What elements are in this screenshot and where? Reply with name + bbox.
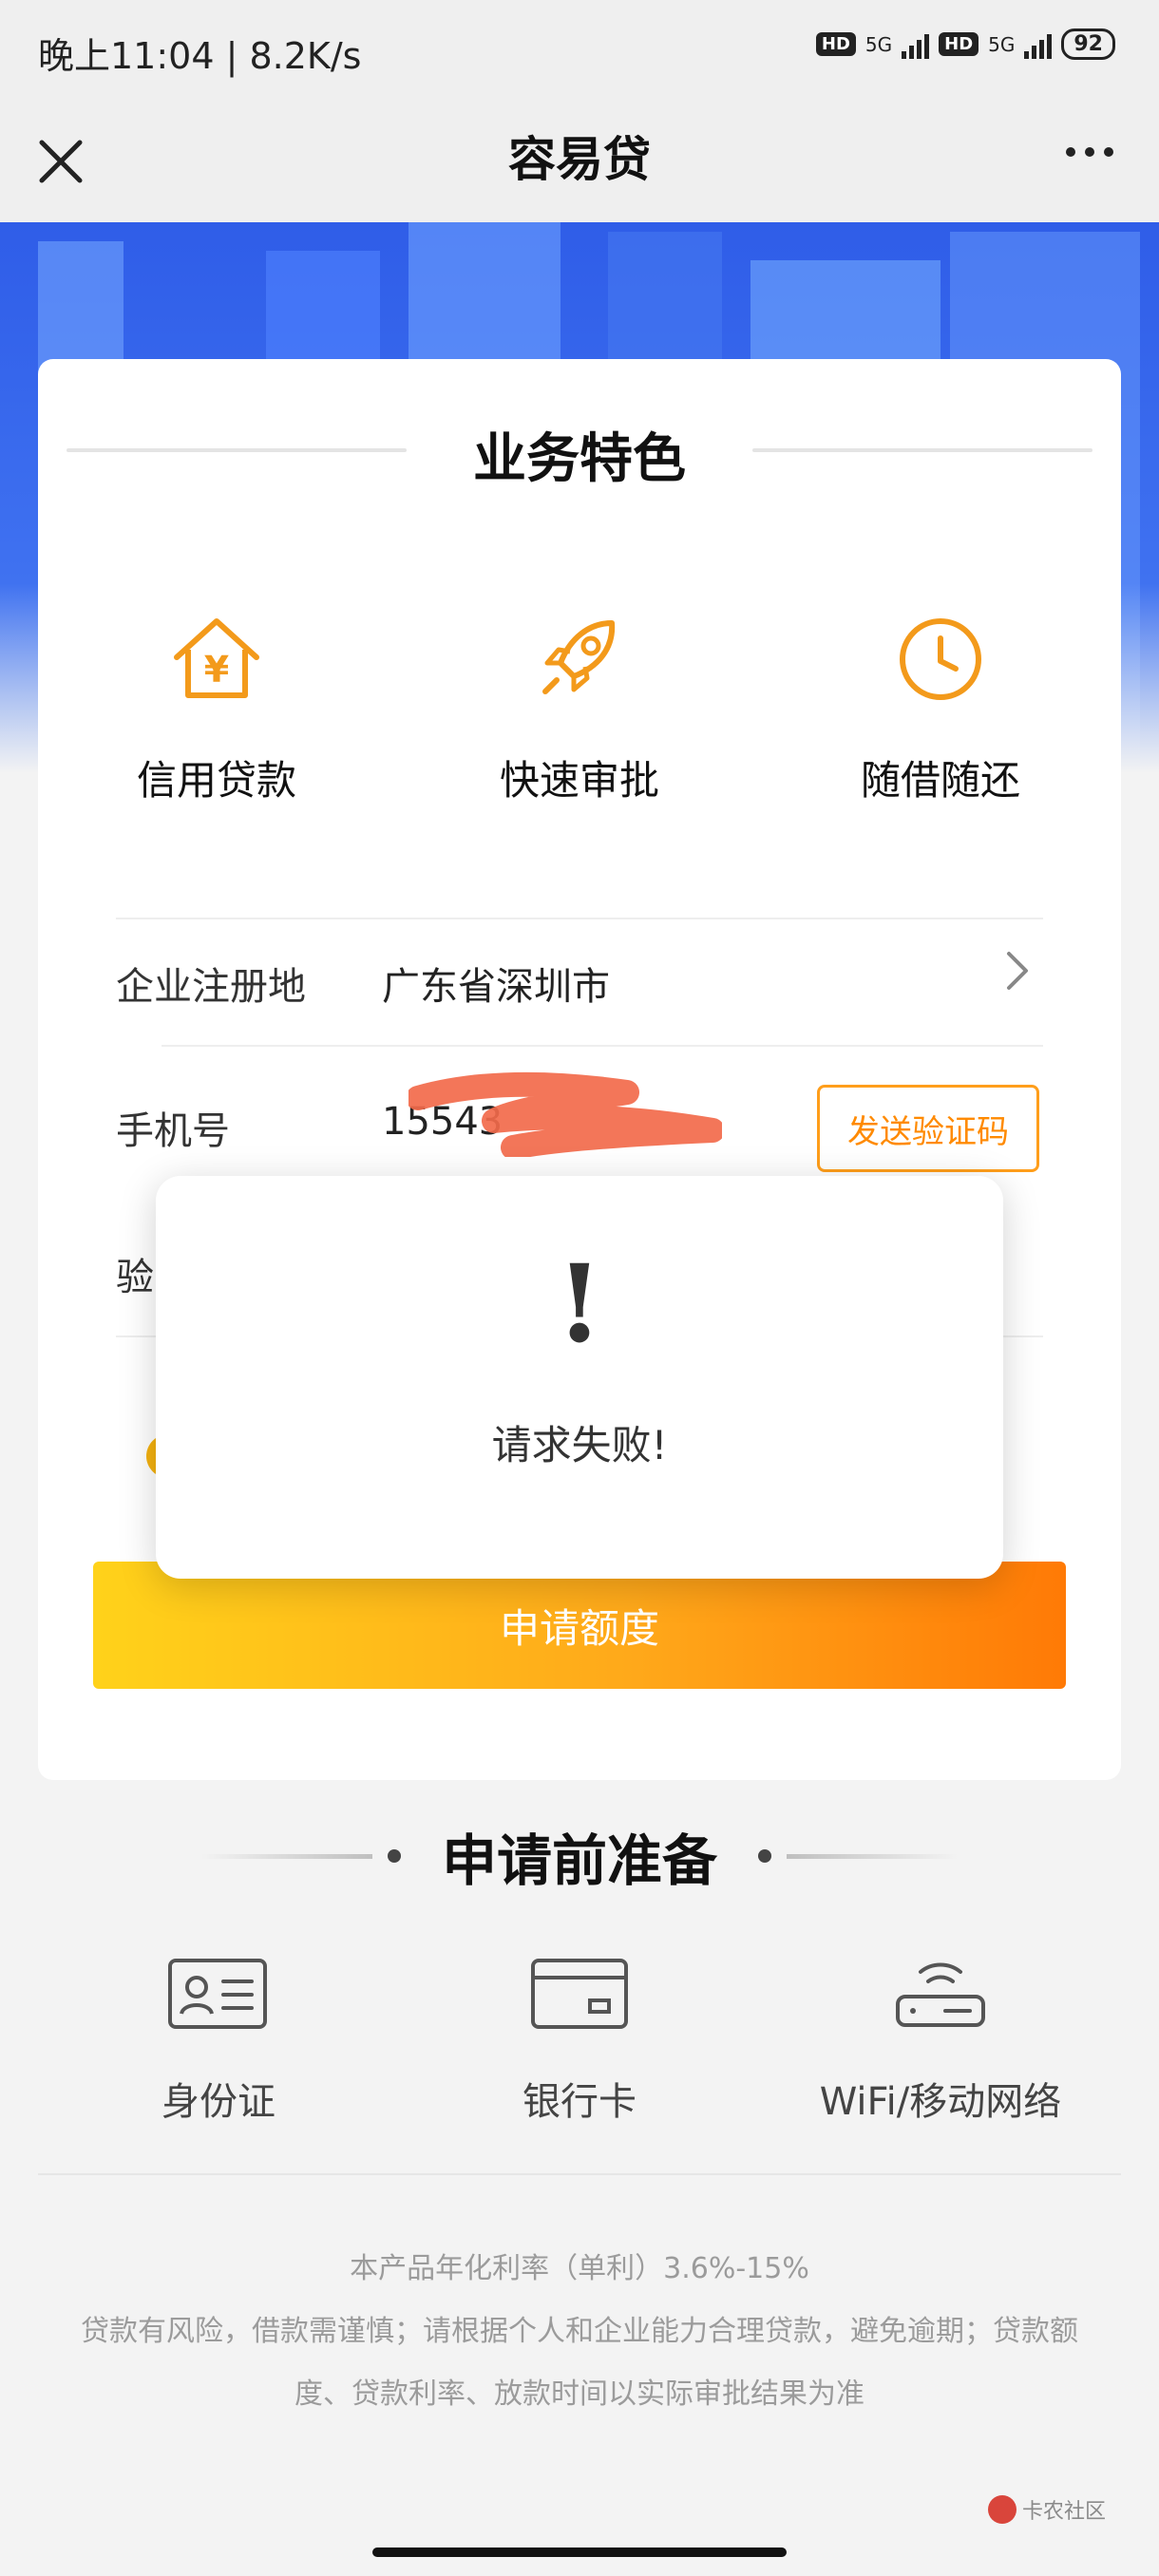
- toast-message: 请求失败!: [491, 1422, 668, 1468]
- redaction-scribble: [406, 1071, 725, 1161]
- send-code-button[interactable]: 发送验证码: [817, 1085, 1039, 1172]
- network-label-2: 5G: [988, 32, 1016, 56]
- feature-fast-approval: 快速审批: [437, 610, 722, 806]
- status-icons: HD 5G HD 5G 92: [815, 28, 1115, 60]
- region-label: 企业注册地: [116, 965, 306, 1009]
- home-indicator[interactable]: [372, 2548, 787, 2557]
- code-label: 验: [116, 1256, 154, 1299]
- rocket-icon: [532, 610, 627, 705]
- svg-text:¥: ¥: [204, 649, 229, 691]
- apply-button[interactable]: 申请额度: [93, 1562, 1066, 1689]
- watermark-logo-icon: [988, 2495, 1016, 2524]
- feature-label: 快速审批: [499, 757, 659, 804]
- prep-item-network: WiFi/移动网络: [760, 1951, 1121, 2126]
- network-label: 5G: [864, 32, 893, 56]
- bank-card-icon: [527, 1951, 632, 2036]
- rate-disclaimer: 本产品年化利率（单利）3.6%-15%: [350, 2252, 809, 2285]
- phone-label: 手机号: [116, 1109, 230, 1153]
- prep-item-id-card: 身份证: [38, 1951, 399, 2126]
- page-title: 容易贷: [508, 132, 651, 187]
- battery-indicator: 92: [1061, 28, 1115, 60]
- watermark-text: 卡农社区: [1022, 2500, 1107, 2524]
- clock-icon: [893, 610, 988, 705]
- id-card-icon: [166, 1951, 271, 2036]
- hd-badge-2: HD: [939, 32, 979, 56]
- risk-disclaimer-line2: 度、贷款利率、放款时间以实际审批结果为准: [294, 2377, 864, 2411]
- prep-label: 银行卡: [522, 2080, 636, 2124]
- risk-disclaimer-line1: 贷款有风险，借款需谨慎；请根据个人和企业能力合理贷款，避免逾期；贷款额: [81, 2315, 1078, 2348]
- exclamation-icon: !: [556, 1242, 603, 1367]
- footer-divider: [38, 2173, 1121, 2175]
- status-time: 晚上11:04 | 8.2K/s: [38, 35, 362, 77]
- signal-icon: [902, 30, 930, 59]
- router-icon: [888, 1951, 993, 2036]
- watermark: 卡农社区: [988, 2494, 1106, 2525]
- hd-badge: HD: [815, 32, 856, 56]
- house-yuan-icon: ¥: [169, 610, 264, 705]
- more-icon[interactable]: [1066, 147, 1113, 157]
- prep-dot-right: [758, 1849, 771, 1863]
- divider: [116, 918, 1043, 919]
- divider: [162, 1045, 1043, 1047]
- prep-item-bank-card: 银行卡: [399, 1951, 760, 2126]
- prep-label: 身份证: [162, 2080, 276, 2124]
- error-toast: ! 请求失败!: [156, 1176, 1003, 1579]
- feature-label: 信用贷款: [136, 757, 296, 804]
- feature-label: 随借随还: [860, 757, 1020, 804]
- prep-line-right: [787, 1854, 958, 1859]
- feature-credit-loan: ¥ 信用贷款: [74, 610, 359, 806]
- signal-icon-2: [1024, 30, 1053, 59]
- prep-title: 申请前准备: [441, 1828, 717, 1893]
- region-value[interactable]: 广东省深圳市: [382, 956, 610, 1011]
- features-title: 业务特色: [473, 428, 686, 490]
- chevron-right-icon[interactable]: [1005, 950, 1030, 1003]
- prep-label: WiFi/移动网络: [819, 2080, 1062, 2124]
- feature-flexible-repay: 随借随还: [798, 610, 1083, 806]
